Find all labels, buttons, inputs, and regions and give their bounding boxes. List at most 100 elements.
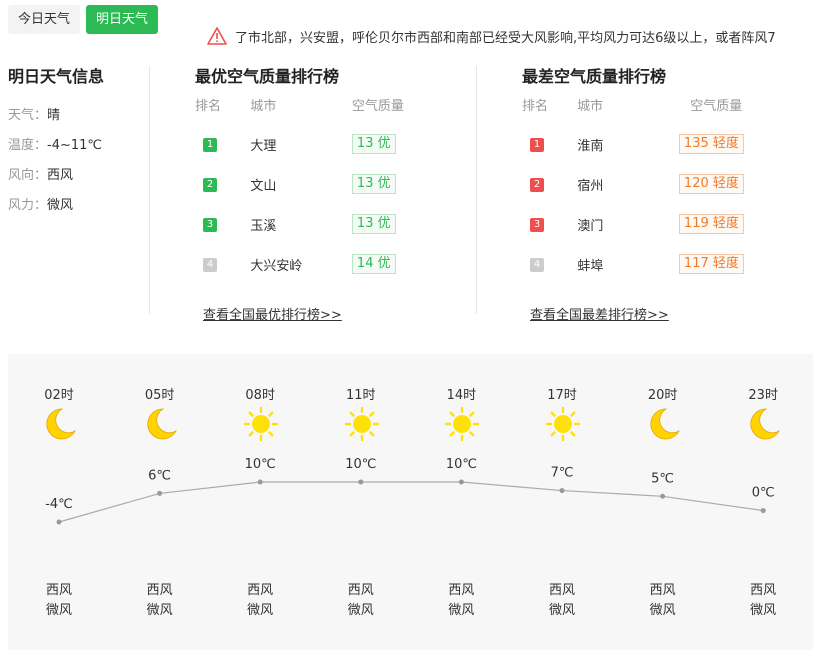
rank-number: 2 <box>530 178 544 192</box>
tab-tomorrow[interactable]: 明日天气 <box>86 5 159 34</box>
wind-direction: 西风 <box>448 583 475 598</box>
temperature-label: 0℃ <box>752 486 775 501</box>
best-ranking-header: 排名 城市 空气质量 <box>195 99 404 114</box>
table-row: 1 大理 13 优 <box>195 124 435 164</box>
aqi-badge: 14 优 <box>351 254 396 274</box>
temperature-point <box>760 508 766 514</box>
city-name[interactable]: 淮南 <box>577 135 679 154</box>
hour-time: 08时 <box>245 388 275 403</box>
info-row-wind-power: 风力：微风 <box>8 198 74 213</box>
temperature-point <box>660 493 666 499</box>
wind-power: 微风 <box>247 603 274 618</box>
wind-direction: 西风 <box>45 583 72 598</box>
temperature-label: 5℃ <box>651 471 674 486</box>
info-row-temperature: 温度：-4~11℃ <box>8 138 103 153</box>
temperature-point <box>458 479 464 485</box>
city-name[interactable]: 文山 <box>250 175 352 194</box>
rank-number: 4 <box>530 258 544 272</box>
view-best-ranking-link[interactable]: 查看全国最优排行榜>> <box>203 304 342 323</box>
wind-direction: 西风 <box>649 583 676 598</box>
hour-time: 02时 <box>44 388 74 403</box>
wind-power: 微风 <box>448 603 475 618</box>
tab-today[interactable]: 今日天气 <box>8 5 81 34</box>
wind-power: 微风 <box>548 603 575 618</box>
sun-icon <box>445 406 480 442</box>
temperature-line <box>58 481 764 523</box>
temperature-label: 10℃ <box>345 457 376 472</box>
wind-power: 微风 <box>750 603 777 618</box>
temperature-point <box>358 479 364 485</box>
rank-number: 3 <box>530 218 544 232</box>
moon-icon <box>43 407 77 441</box>
info-title: 明日天气信息 <box>8 67 105 86</box>
moon-icon <box>747 407 781 441</box>
temperature-label: 10℃ <box>245 457 276 472</box>
wind-power: 微风 <box>45 603 72 618</box>
best-aqi-ranking: 最优空气质量排行榜 排名 城市 空气质量 1 大理 13 优 2 文山 13 优… <box>195 63 435 323</box>
worst-ranking-header: 排名 城市 空气质量 <box>522 99 743 114</box>
hour-time: 23时 <box>748 388 778 403</box>
aqi-badge: 119 轻度 <box>678 214 744 234</box>
wind-power: 微风 <box>347 603 374 618</box>
weather-tabs: 今日天气 明日天气 <box>8 5 159 34</box>
hour-time: 11时 <box>346 388 376 403</box>
wind-power: 微风 <box>146 603 173 618</box>
city-name[interactable]: 大理 <box>250 135 352 154</box>
rank-number: 3 <box>203 218 217 232</box>
best-ranking-title: 最优空气质量排行榜 <box>195 67 340 86</box>
worst-ranking-title: 最差空气质量排行榜 <box>522 67 667 86</box>
table-row: 4 大兴安岭 14 优 <box>195 244 435 284</box>
hour-time: 14时 <box>446 388 477 403</box>
temperature-point <box>559 488 565 494</box>
hour-time: 05时 <box>144 388 175 403</box>
info-row-wind-direction: 风向：西风 <box>8 168 74 183</box>
aqi-badge: 135 轻度 <box>678 134 744 154</box>
temperature-point <box>157 490 163 496</box>
aqi-badge: 13 优 <box>351 174 396 194</box>
city-name[interactable]: 宿州 <box>577 175 679 194</box>
aqi-badge: 117 轻度 <box>678 254 744 274</box>
temperature-point <box>56 519 62 525</box>
info-row-weather: 天气：晴 <box>8 108 61 123</box>
sun-icon <box>243 406 279 442</box>
table-row: 1 淮南 135 轻度 <box>522 124 762 164</box>
alert-text: 了市北部，兴安盟，呼伦贝尔市西部和南部已经受大风影响,平均风力可达6级以上，或者… <box>235 30 776 46</box>
wind-power: 微风 <box>649 603 676 618</box>
hour-time: 20时 <box>647 388 678 403</box>
tomorrow-info-panel: 明日天气信息 天气：晴 温度：-4~11℃ 风向：西风 风力：微风 <box>8 63 148 221</box>
temperature-point <box>257 479 263 485</box>
city-name[interactable]: 玉溪 <box>250 215 352 234</box>
worst-aqi-ranking: 最差空气质量排行榜 排名 城市 空气质量 1 淮南 135 轻度 2 宿州 12… <box>522 63 762 323</box>
weather-alert[interactable]: 了市北部，兴安盟，呼伦贝尔市西部和南部已经受大风影响,平均风力可达6级以上，或者… <box>207 25 824 47</box>
hour-time: 17时 <box>547 388 577 403</box>
hourly-forecast: -4℃ 6℃ 10℃ 10℃ 10℃ 7℃ 5℃ 0℃ 02时西风微风 05时西风微风 08时西风… <box>8 354 813 650</box>
divider <box>149 66 150 314</box>
table-row: 3 玉溪 13 优 <box>195 204 435 244</box>
temperature-label: 6℃ <box>148 468 171 483</box>
temperature-label: 10℃ <box>446 457 477 472</box>
rank-number: 1 <box>530 138 544 152</box>
table-row: 2 宿州 120 轻度 <box>522 164 762 204</box>
moon-icon <box>647 407 681 441</box>
table-row: 4 蚌埠 117 轻度 <box>522 244 762 284</box>
divider <box>476 66 477 314</box>
sun-icon <box>344 406 379 442</box>
wind-direction: 西风 <box>750 583 777 598</box>
wind-direction: 西风 <box>247 583 274 598</box>
city-name[interactable]: 蚌埠 <box>577 255 679 274</box>
table-row: 2 文山 13 优 <box>195 164 435 204</box>
aqi-badge: 13 优 <box>351 134 396 154</box>
wind-direction: 西风 <box>146 583 173 598</box>
rank-number: 1 <box>203 138 217 152</box>
temperature-label: -4℃ <box>45 497 73 512</box>
moon-icon <box>144 407 178 441</box>
wind-direction: 西风 <box>347 583 374 598</box>
aqi-badge: 13 优 <box>351 214 396 234</box>
city-name[interactable]: 大兴安岭 <box>250 255 352 274</box>
temperature-label: 7℃ <box>551 466 574 481</box>
view-worst-ranking-link[interactable]: 查看全国最差排行榜>> <box>530 304 669 323</box>
rank-number: 4 <box>203 258 217 272</box>
wind-direction: 西风 <box>548 583 575 598</box>
warning-icon <box>207 27 227 45</box>
city-name[interactable]: 澳门 <box>577 215 679 234</box>
